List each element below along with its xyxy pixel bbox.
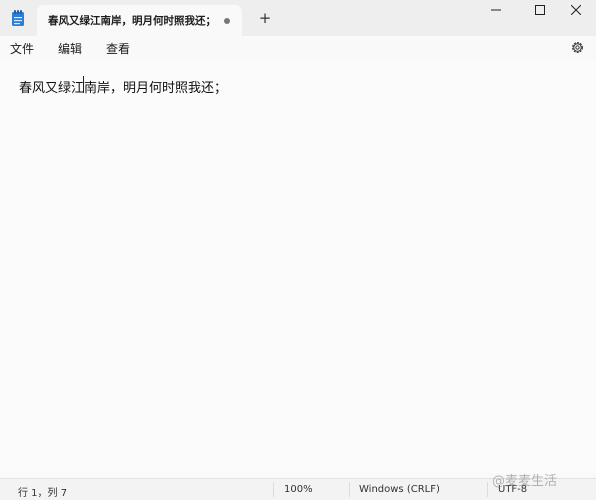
watermark: @麦麦生活 [492, 474, 558, 489]
menu-edit[interactable]: 编辑 [58, 40, 82, 57]
text-cursor [83, 76, 84, 93]
settings-gear-icon[interactable] [570, 40, 585, 55]
line-ending: Windows (CRLF) [359, 484, 440, 495]
new-tab-button[interactable]: + [256, 9, 274, 27]
close-button[interactable] [554, 0, 596, 20]
menu-bar: 文件 编辑 查看 [0, 36, 596, 60]
status-separator [487, 482, 488, 497]
tab-title: 春风又绿江南岸，明月何时照我还； [48, 15, 216, 27]
menu-view[interactable]: 查看 [106, 40, 130, 57]
unsaved-dot-icon[interactable] [224, 18, 230, 24]
close-icon [571, 5, 581, 15]
notepad-app-icon [12, 10, 24, 26]
text-editor-area[interactable]: 春风又绿江南岸，明月何时照我还； [0, 61, 596, 473]
maximize-icon [535, 5, 545, 15]
cursor-position: 行 1，列 7 [18, 488, 68, 499]
title-bar: 春风又绿江南岸，明月何时照我还； + [0, 0, 596, 36]
status-separator [349, 482, 350, 497]
minimize-icon [491, 9, 501, 11]
document-tab[interactable]: 春风又绿江南岸，明月何时照我还； [37, 5, 242, 36]
menu-file[interactable]: 文件 [10, 40, 34, 57]
minimize-button[interactable] [474, 0, 518, 20]
status-separator [273, 482, 274, 497]
zoom-level: 100% [284, 484, 313, 495]
editor-text: 春风又绿江南岸，明月何时照我还； [19, 81, 228, 96]
